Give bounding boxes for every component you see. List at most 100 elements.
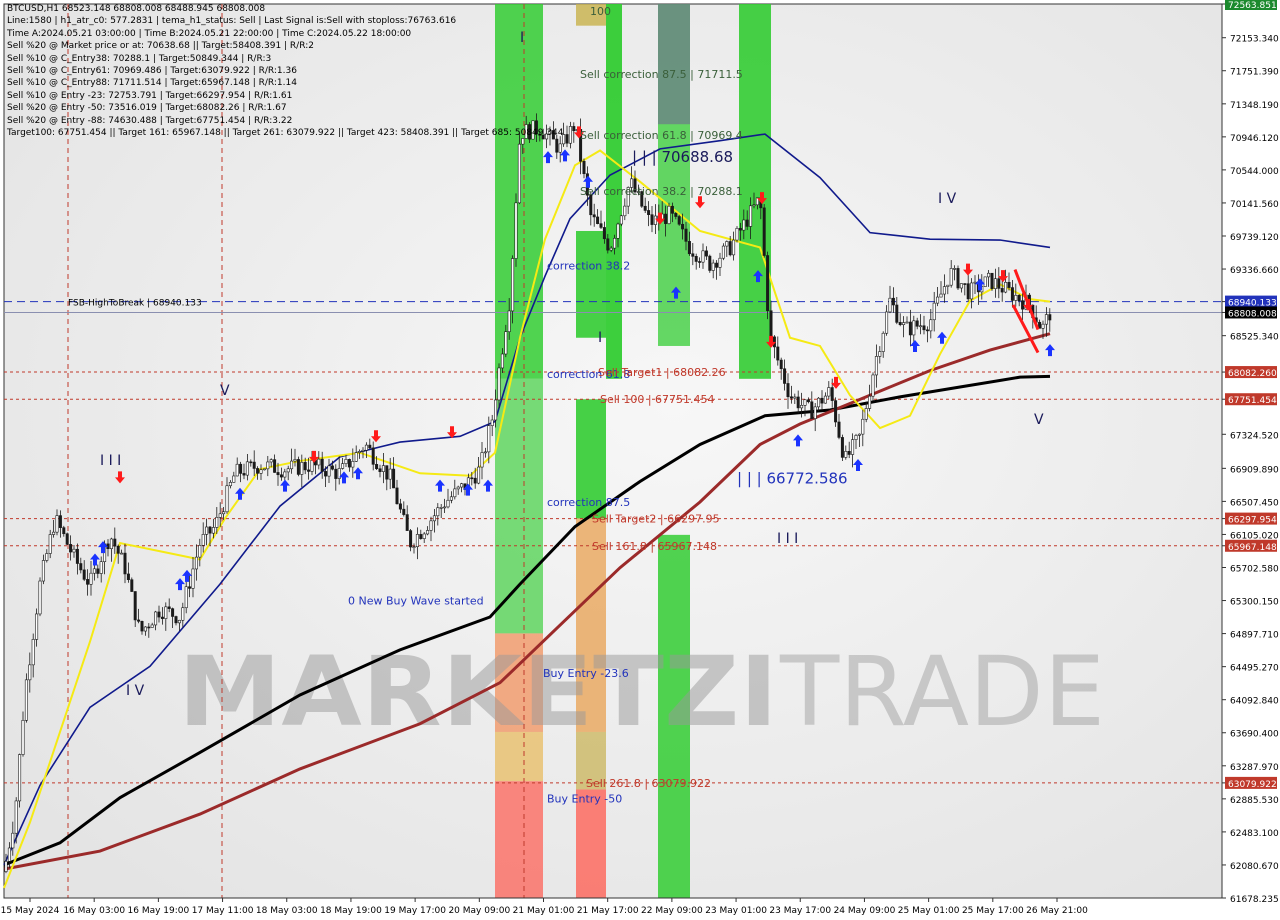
candle-body-122 [419,534,423,539]
annotation-8: Sell 100 | 67751.454 [600,393,715,406]
candle-body-113 [388,468,392,480]
candle-body-204 [698,261,702,263]
info-line-ohlc: BTCUSD,H1 68523.148 68808.008 68488.945 … [7,4,266,14]
candle-body-209 [715,262,719,268]
y-tick-label-7: 69739.120 [1230,233,1279,243]
candle-body-51 [177,619,181,624]
candle-body-96 [330,465,334,470]
candle-body-43 [150,624,154,628]
y-tick-label-30: 62080.670 [1230,862,1279,872]
candle-body-298 [1017,294,1021,301]
candle-body-70 [242,473,246,476]
x-tick-label-3: 17 May 11:00 [192,906,254,916]
candle-body-69 [239,463,243,474]
candle-body-213 [728,241,732,256]
candle-body-295 [1007,281,1011,288]
info-line-entry-23: Sell %10 @ Entry -23: 72753.791 | Target… [7,90,293,101]
annotation-12: | | | 66772.586 [737,470,848,488]
candle-body-7 [28,664,32,681]
info-line-targets: Target100: 67751.454 || Target 161: 6596… [7,127,564,138]
y-tick-label-10: 68808.008 [1228,309,1277,319]
y-tick-label-0: 72563.851 [1228,1,1277,11]
candle-body-233 [796,396,800,409]
candle-body-271 [925,329,929,332]
candle-body-117 [402,508,406,515]
candle-body-306 [1044,314,1048,325]
y-tick-label-28: 62885.530 [1230,796,1279,806]
candle-body-224 [766,255,770,312]
candle-body-257 [878,351,882,357]
candle-body-133 [456,486,460,490]
x-tick-label-0: 15 May 2024 [1,906,60,916]
candle-body-205 [701,250,705,263]
info-line-entry-50: Sell %20 @ Entry -50: 73516.019 | Target… [7,103,287,114]
y-tick-label-24: 64092.840 [1230,697,1279,707]
candle-body-307 [1048,314,1052,321]
candle-body-281 [959,283,963,289]
candle-body-177 [606,238,610,251]
candle-body-90 [310,460,314,472]
info-line-entry38: Sell %10 @ C_Entry38: 70288.1 | Target:5… [7,53,272,64]
candle-body-234 [800,405,804,409]
candle-body-49 [171,608,175,617]
watermark-bold: MARKETZI [178,636,778,748]
candle-body-219 [749,205,753,227]
candle-body-0 [4,860,8,872]
candle-body-60 [208,526,212,534]
info-line-status: Line:1580 | h1_atr_c0: 577.2831 | tema_h… [7,16,457,27]
candle-body-78 [269,459,273,463]
candle-body-110 [378,468,382,472]
zone-6-0 [739,4,771,379]
candle-body-40 [140,620,144,632]
candle-body-105 [361,449,365,452]
annotation-9: correction 87.5 [547,496,630,509]
candle-body-196 [670,205,674,214]
candle-body-77 [266,461,270,470]
y-tick-label-15: 66909.890 [1230,465,1279,475]
candle-body-38 [133,591,137,621]
candle-body-138 [473,477,477,484]
candle-body-99 [341,463,345,469]
candle-body-296 [1010,287,1014,301]
candle-body-93 [320,458,324,472]
candle-body-42 [147,626,151,629]
candle-body-86 [296,459,300,475]
candle-body-89 [307,469,311,472]
y-tick-label-5: 70544.000 [1230,167,1279,177]
candle-body-74 [256,468,260,474]
candle-body-162 [555,138,559,153]
x-tick-label-12: 23 May 17:00 [769,906,831,916]
candle-body-17 [62,527,66,535]
candle-body-182 [623,205,627,217]
candle-body-200 [684,228,688,242]
candle-body-125 [429,520,433,531]
candle-body-47 [164,606,168,619]
candle-body-249 [851,439,855,455]
candle-body-140 [480,452,484,468]
y-tick-label-29: 62483.100 [1230,829,1279,839]
candle-body-15 [55,515,59,533]
candle-body-57 [198,545,202,558]
candle-body-92 [317,458,321,466]
candle-body-230 [786,383,790,398]
candle-body-18 [65,533,69,545]
x-tick-label-4: 18 May 03:00 [256,906,318,916]
wave-label-4: I [598,330,602,346]
candle-body-290 [990,272,994,289]
candle-body-58 [201,534,205,546]
wave-label-7: I I I [777,531,798,547]
candle-body-206 [704,250,708,257]
candle-body-6 [24,679,28,721]
candle-body-103 [354,452,358,462]
candle-body-145 [497,367,501,401]
wave-label-5: I V [938,191,957,207]
candle-body-163 [558,143,562,153]
candle-body-275 [939,293,943,298]
x-tick-label-5: 18 May 19:00 [320,906,382,916]
candle-body-25 [89,572,93,585]
candle-body-190 [650,214,654,225]
annotation-1: Sell correction 87.5 | 71711.5 [580,68,743,81]
candle-body-121 [415,534,419,547]
candle-body-124 [426,530,430,535]
candle-body-294 [1004,281,1008,293]
